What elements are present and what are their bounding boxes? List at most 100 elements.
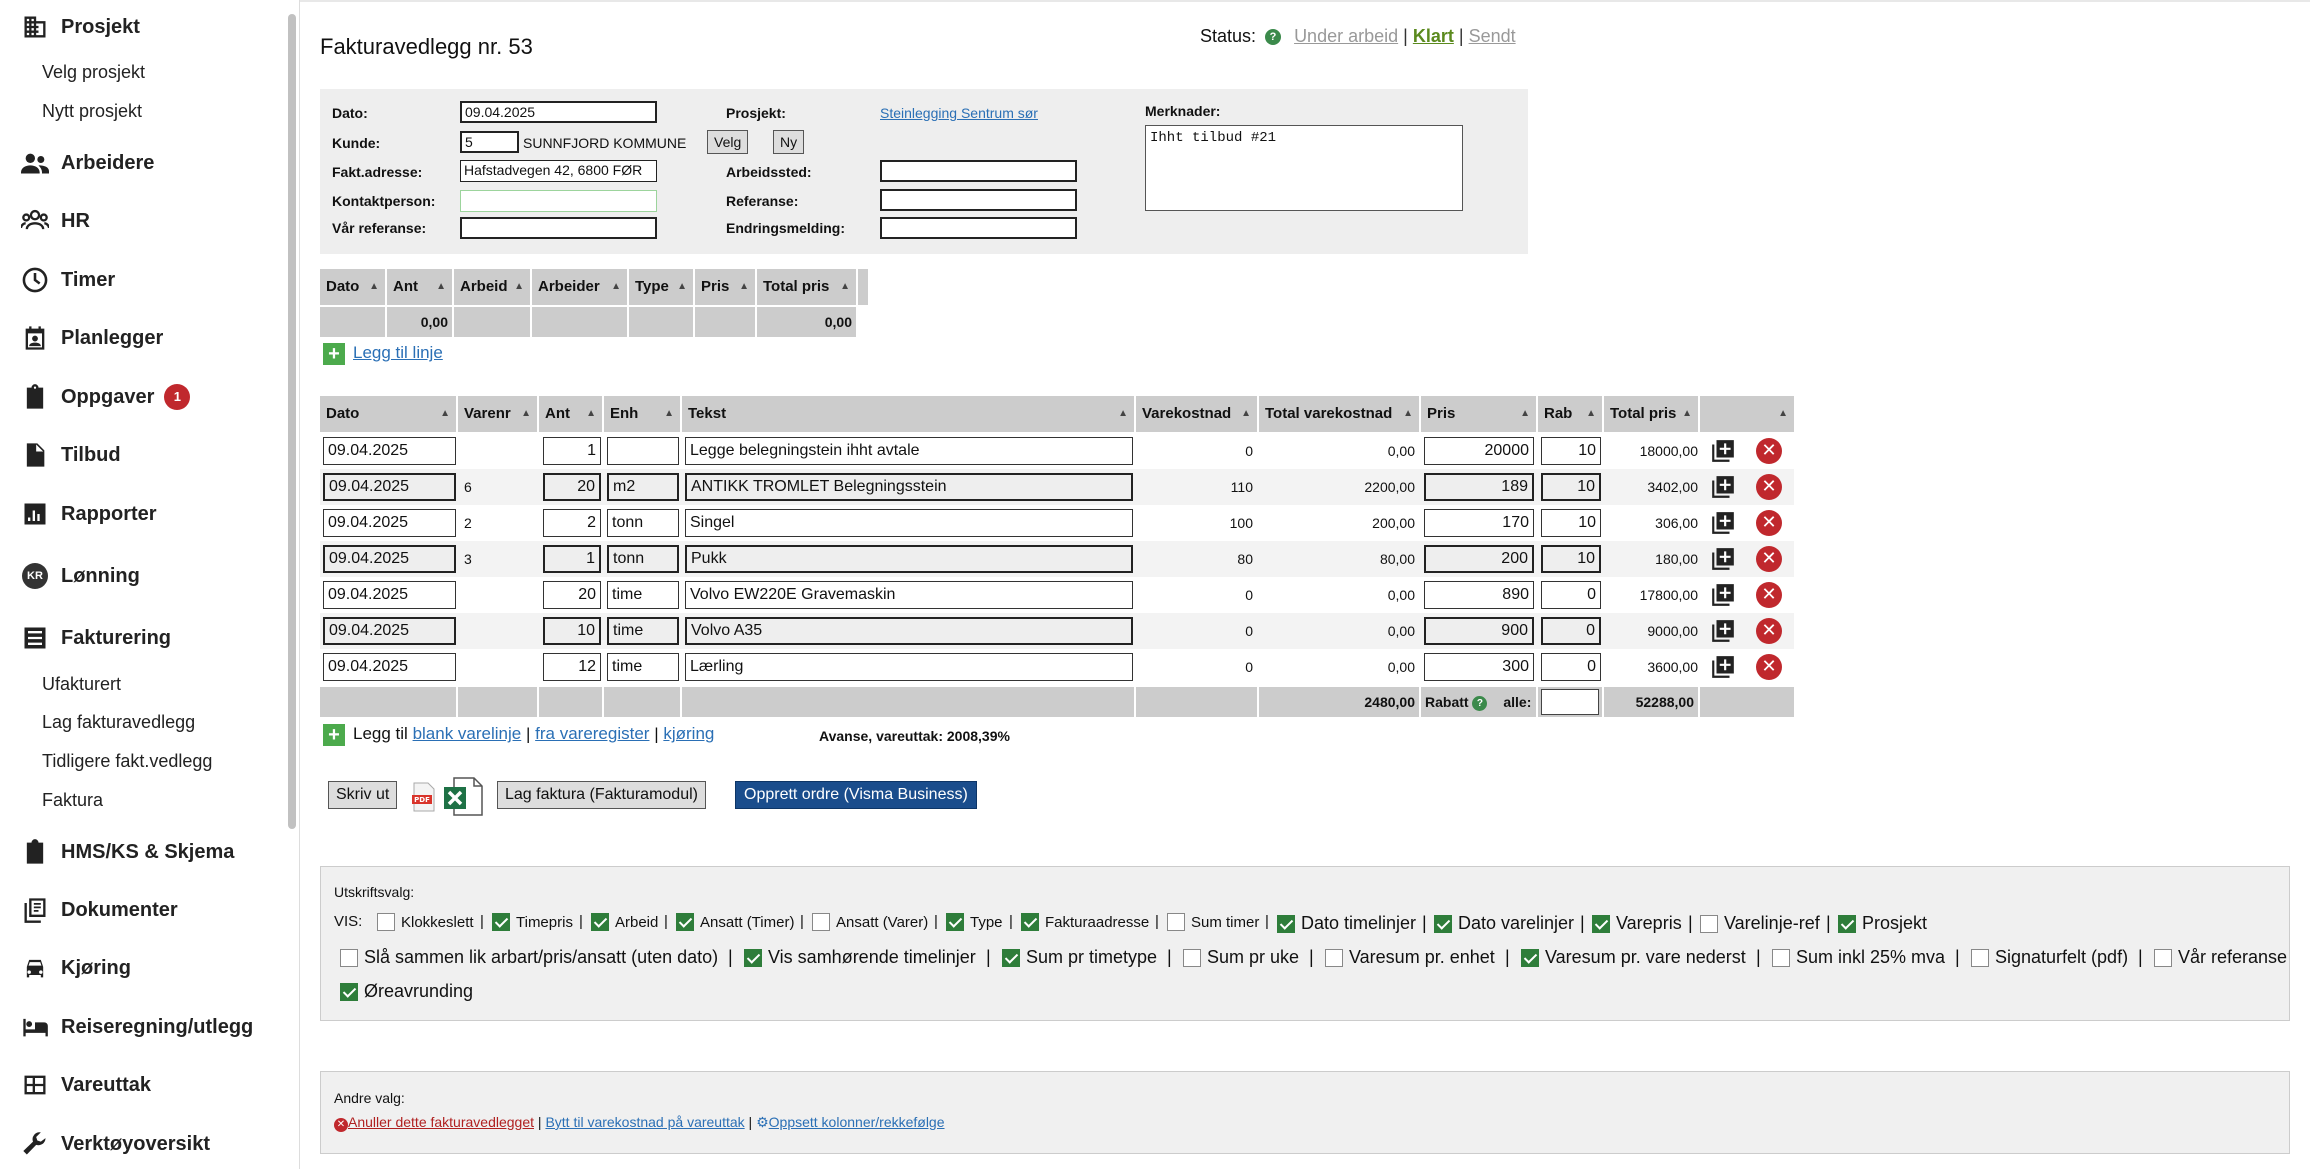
print-option[interactable]: Timepris (492, 913, 573, 931)
pdf-icon[interactable]: PDF (412, 782, 436, 812)
print-option[interactable]: Signaturfelt (pdf) (1971, 947, 2128, 968)
col-header-type[interactable]: Type ▲ (629, 269, 695, 305)
print-option[interactable]: Klokkeslett (377, 913, 474, 931)
velg-kunde-button[interactable]: Velg (707, 130, 749, 154)
col-header-varekostnad[interactable]: Varekostnad ▲ (1136, 396, 1259, 432)
copy-line-icon[interactable] (1710, 546, 1736, 572)
copy-line-icon[interactable] (1710, 438, 1736, 464)
pris-input[interactable]: 189 (1424, 473, 1534, 501)
sidebar-item-reiseregning[interactable]: Reiseregning/utlegg (20, 1009, 253, 1045)
endringsmelding-input[interactable] (880, 217, 1077, 239)
checkbox[interactable] (1592, 914, 1610, 933)
rab-input[interactable]: 10 (1541, 545, 1601, 573)
print-option[interactable]: Ansatt (Timer) (676, 913, 794, 931)
delete-line-icon[interactable]: ✕ (1756, 582, 1782, 608)
checkbox[interactable] (1277, 914, 1295, 933)
sidebar-item-planlegger[interactable]: Planlegger (20, 320, 163, 356)
delete-line-icon[interactable]: ✕ (1756, 510, 1782, 536)
sidebar-sub-lag-fakturavedlegg[interactable]: Lag fakturavedlegg (42, 712, 195, 733)
col-header-ant[interactable]: Ant ▲ (539, 396, 604, 432)
checkbox[interactable] (1838, 914, 1856, 933)
pris-input[interactable]: 20000 (1424, 437, 1534, 465)
anuller-link[interactable]: Anuller dette fakturavedlegget (348, 1114, 534, 1130)
print-option[interactable]: Ansatt (Varer) (812, 913, 928, 931)
delete-line-icon[interactable]: ✕ (1756, 438, 1782, 464)
copy-line-icon[interactable] (1710, 474, 1736, 500)
dato-input[interactable]: 09.04.2025 (323, 473, 456, 501)
sidebar-item-dokumenter[interactable]: Dokumenter (20, 892, 178, 928)
print-option[interactable]: Sum pr uke (1183, 947, 1299, 968)
status-sendt[interactable]: Sendt (1469, 26, 1516, 46)
ant-input[interactable]: 2 (543, 509, 601, 537)
print-option[interactable]: Varesum pr. enhet (1325, 947, 1495, 968)
enh-input[interactable]: tonn (607, 545, 679, 573)
pris-input[interactable]: 890 (1424, 581, 1534, 609)
rab-input[interactable]: 0 (1541, 581, 1601, 609)
print-option[interactable]: Type (946, 913, 1003, 931)
var-referanse-input[interactable] (460, 217, 657, 239)
copy-line-icon[interactable] (1710, 654, 1736, 680)
bytt-varekostnad-link[interactable]: Bytt til varekostnad på vareuttak (545, 1114, 744, 1130)
checkbox[interactable] (2154, 948, 2172, 967)
print-option[interactable]: Sum pr timetype (1002, 947, 1157, 968)
col-header-actions[interactable]: ▲ (1700, 396, 1794, 432)
copy-line-icon[interactable] (1710, 618, 1736, 644)
sidebar-item-kjoring[interactable]: Kjøring (20, 950, 131, 986)
checkbox[interactable] (340, 982, 358, 1001)
arbeidssted-input[interactable] (880, 160, 1077, 182)
enh-input[interactable]: time (607, 617, 679, 645)
col-header-tekst[interactable]: Tekst ▲ (682, 396, 1136, 432)
print-option[interactable]: Varepris (1592, 913, 1682, 934)
sidebar-item-timer[interactable]: Timer (20, 262, 115, 298)
sidebar-item-fakturering[interactable]: Fakturering (20, 620, 171, 656)
col-header-dato[interactable]: Dato ▲ (320, 396, 458, 432)
rab-input[interactable]: 10 (1541, 437, 1601, 465)
checkbox[interactable] (676, 913, 694, 931)
checkbox[interactable] (1167, 913, 1185, 931)
col-header-total-varekostnad[interactable]: Total varekostnad ▲ (1259, 396, 1421, 432)
ant-input[interactable]: 20 (543, 581, 601, 609)
sidebar-item-hms[interactable]: HMS/KS & Skjema (20, 834, 234, 870)
help-icon[interactable]: ? (1472, 695, 1488, 711)
checkbox[interactable] (1521, 948, 1539, 967)
checkbox[interactable] (1700, 914, 1718, 933)
print-option[interactable]: Slå sammen lik arbart/pris/ansatt (uten … (340, 947, 718, 968)
sidebar-scrollbar[interactable] (288, 14, 296, 829)
tekst-input[interactable]: Pukk (685, 545, 1133, 573)
tekst-input[interactable]: Legge belegningstein ihht avtale (685, 437, 1133, 465)
enh-input[interactable]: tonn (607, 509, 679, 537)
print-option[interactable]: Arbeid (591, 913, 658, 931)
delete-line-icon[interactable]: ✕ (1756, 546, 1782, 572)
ant-input[interactable]: 1 (543, 437, 601, 465)
delete-line-icon[interactable]: ✕ (1756, 618, 1782, 644)
col-header-enh[interactable]: Enh ▲ (604, 396, 682, 432)
sidebar-sub-velg-prosjekt[interactable]: Velg prosjekt (42, 62, 145, 83)
status-under-arbeid[interactable]: Under arbeid (1294, 26, 1398, 46)
enh-input[interactable]: time (607, 653, 679, 681)
opprett-ordre-button[interactable]: Opprett ordre (Visma Business) (735, 781, 977, 809)
add-time-line[interactable]: + Legg til linje (323, 343, 443, 365)
ant-input[interactable]: 20 (543, 473, 601, 501)
checkbox[interactable] (1772, 948, 1790, 967)
enh-input[interactable] (607, 437, 679, 465)
skriv-ut-button[interactable]: Skriv ut (328, 781, 398, 809)
referanse-input[interactable] (880, 189, 1077, 211)
checkbox[interactable] (1021, 913, 1039, 931)
col-header-pris[interactable]: Pris ▲ (1421, 396, 1538, 432)
sidebar-item-lonning[interactable]: KR Lønning (20, 558, 140, 594)
rab-input[interactable]: 10 (1541, 509, 1601, 537)
add-blank-varelinje-link[interactable]: blank varelinje (413, 724, 522, 743)
checkbox[interactable] (1434, 914, 1452, 933)
tekst-input[interactable]: Volvo A35 (685, 617, 1133, 645)
col-header-pris[interactable]: Pris ▲ (695, 269, 757, 305)
checkbox[interactable] (744, 948, 762, 967)
col-header-total-pris[interactable]: Total pris ▲ (757, 269, 858, 305)
rabatt-alle-input[interactable] (1541, 689, 1599, 715)
print-option[interactable]: Fakturaadresse (1021, 913, 1149, 931)
print-option[interactable]: Dato varelinjer (1434, 913, 1574, 934)
checkbox[interactable] (340, 948, 358, 967)
help-icon[interactable]: ? (1265, 29, 1282, 46)
col-header-arbeider[interactable]: Arbeider ▲ (532, 269, 629, 305)
add-kjoring-link[interactable]: kjøring (663, 724, 714, 743)
rab-input[interactable]: 10 (1541, 473, 1601, 501)
